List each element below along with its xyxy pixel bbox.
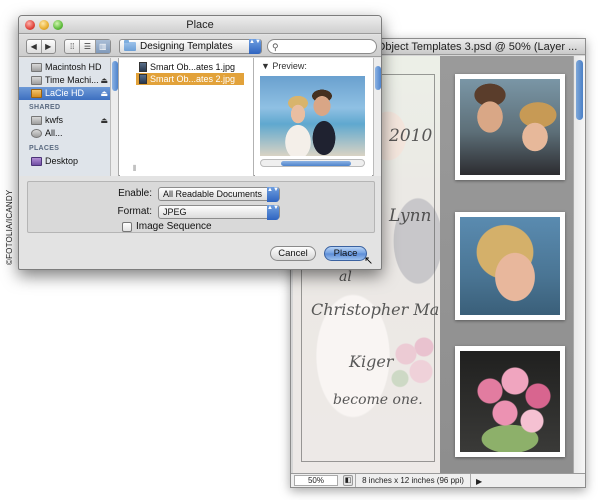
browser-vertical-scrollbar[interactable] — [373, 58, 381, 176]
file-item-template-2[interactable]: Smart Ob...ates 2.jpg — [136, 73, 244, 85]
search-icon: ⚲ — [272, 42, 279, 52]
sidebar: Macintosh HD Time Machi... ⏏ LaCie HD ⏏ … — [19, 58, 119, 176]
script-text-lynn: Lynn — [389, 206, 432, 226]
scroll-thumb[interactable] — [112, 61, 118, 91]
script-text-become: become one. — [333, 392, 423, 408]
scroll-thumb[interactable] — [281, 161, 351, 166]
format-label: Format: — [117, 206, 152, 217]
column-resize-handle[interactable]: ⦀ — [133, 164, 137, 174]
file-browser: Macintosh HD Time Machi... ⏏ LaCie HD ⏏ … — [19, 58, 381, 176]
enable-select-value: All Readable Documents — [163, 189, 263, 199]
preview-pane: ▼ Preview: — [255, 58, 372, 176]
sidebar-item-lacie-hd[interactable]: LaCie HD ⏏ — [19, 87, 111, 100]
preview-thumbnail — [260, 76, 365, 156]
sidebar-header-places: PLACES — [29, 145, 60, 152]
icon-view-icon[interactable]: ⁞⁞ — [65, 40, 81, 53]
document-status-bar: 50% ◧ 8 inches x 12 inches (96 ppi) ▶ — [291, 473, 585, 487]
search-input[interactable] — [284, 41, 372, 52]
folder-location-popup[interactable]: Designing Templates ▲▼ — [119, 39, 262, 54]
sidebar-item-desktop[interactable]: Desktop — [19, 155, 111, 168]
sidebar-item-label: Macintosh HD — [45, 62, 102, 72]
back-arrow-icon[interactable]: ◀ — [27, 40, 42, 53]
back-forward-control: ◀ ▶ — [26, 39, 56, 54]
script-text-christopher: Christopher Mark — [311, 300, 457, 319]
image-sequence-label: Image Sequence — [136, 221, 212, 232]
jpeg-file-icon — [139, 62, 147, 72]
place-options-panel: Enable: All Readable Documents ▲▼ Format… — [27, 181, 375, 233]
format-select-value: JPEG — [163, 207, 187, 217]
desktop-icon — [31, 157, 42, 166]
network-globe-icon — [31, 129, 42, 138]
script-text-year: 2010 — [389, 126, 433, 146]
status-menu-arrow-icon[interactable]: ▶ — [476, 475, 486, 486]
scroll-thumb[interactable] — [375, 66, 381, 90]
sidebar-item-time-machine[interactable]: Time Machi... ⏏ — [19, 74, 111, 87]
photo-frame-bride — [455, 212, 565, 320]
sidebar-item-label: Time Machi... — [45, 75, 99, 85]
mouse-cursor-icon: ↖ — [364, 255, 374, 267]
eject-icon[interactable]: ⏏ — [100, 87, 108, 100]
minimize-window-button[interactable] — [39, 20, 49, 30]
eject-icon[interactable]: ⏏ — [100, 114, 108, 127]
popup-arrows-icon: ▲▼ — [267, 205, 279, 220]
popup-arrows-icon: ▲▼ — [267, 187, 279, 202]
sidebar-item-label: Desktop — [45, 156, 79, 166]
image-sequence-checkbox[interactable] — [122, 222, 132, 232]
forward-arrow-icon[interactable]: ▶ — [42, 40, 56, 53]
dialog-toolbar: ◀ ▶ ⁞⁞ ☰ ▥ Designing Templates ▲▼ ⚲ — [19, 35, 381, 57]
zoom-window-button[interactable] — [53, 20, 63, 30]
scroll-thumb[interactable] — [576, 60, 583, 120]
sidebar-item-label: kwfs — [45, 115, 63, 125]
document-size-info: 8 inches x 12 inches (96 ppi) — [355, 474, 471, 487]
cancel-button[interactable]: Cancel — [270, 246, 316, 261]
list-view-icon[interactable]: ☰ — [80, 40, 96, 53]
time-machine-icon — [31, 76, 42, 85]
place-dialog: Place ◀ ▶ ⁞⁞ ☰ ▥ Designing Templates ▲▼ … — [18, 15, 382, 270]
enable-label: Enable: — [118, 188, 152, 199]
file-name: Smart Ob...ates 1.jpg — [150, 62, 236, 72]
file-item-template-1[interactable]: Smart Ob...ates 1.jpg — [136, 61, 244, 73]
navigator-icon[interactable]: ◧ — [343, 475, 353, 486]
enable-select[interactable]: All Readable Documents ▲▼ — [158, 187, 280, 202]
zoom-level-field[interactable]: 50% — [294, 475, 338, 486]
copyright-credit: ©FOTOLIA/ICANDY — [5, 189, 14, 265]
close-window-button[interactable] — [25, 20, 35, 30]
popup-arrows-icon: ▲▼ — [249, 39, 261, 54]
sidebar-item-label: LaCie HD — [45, 88, 85, 98]
place-button[interactable]: Place — [324, 246, 367, 261]
network-share-icon — [31, 116, 42, 125]
folder-icon — [124, 40, 136, 51]
bouquet-photo — [460, 351, 560, 452]
eject-icon[interactable]: ⏏ — [100, 74, 108, 87]
couple-photo — [460, 79, 560, 175]
script-text-kiger: Kiger — [349, 352, 394, 371]
search-field[interactable]: ⚲ — [267, 39, 377, 54]
document-vertical-scrollbar[interactable] — [573, 56, 585, 473]
photo-frame-couple — [455, 74, 565, 180]
dialog-title: Place — [19, 16, 381, 34]
sidebar-item-kwfs[interactable]: kwfs ⏏ — [19, 114, 111, 127]
bride-photo — [460, 217, 560, 315]
hard-drive-icon — [31, 63, 42, 72]
column-view-icon[interactable]: ▥ — [95, 40, 110, 53]
script-text-al: al — [339, 269, 352, 285]
view-mode-control: ⁞⁞ ☰ ▥ — [64, 39, 111, 54]
sidebar-item-label: All... — [45, 128, 63, 138]
folder-location-label: Designing Templates — [140, 41, 233, 52]
sidebar-scrollbar[interactable] — [110, 58, 118, 176]
photo-frame-bouquet — [455, 346, 565, 457]
external-drive-icon — [31, 89, 42, 98]
sidebar-header-shared: SHARED — [29, 104, 61, 111]
sidebar-item-all-shared[interactable]: All... — [19, 127, 111, 140]
sidebar-item-macintosh-hd[interactable]: Macintosh HD — [19, 61, 111, 74]
file-column: Smart Ob...ates 1.jpg Smart Ob...ates 2.… — [120, 58, 254, 176]
file-name: Smart Ob...ates 2.jpg — [150, 74, 236, 84]
preview-horizontal-scrollbar[interactable] — [260, 159, 365, 167]
jpeg-file-icon — [139, 74, 147, 84]
preview-label[interactable]: ▼ Preview: — [261, 61, 307, 71]
format-select[interactable]: JPEG ▲▼ — [158, 205, 280, 220]
